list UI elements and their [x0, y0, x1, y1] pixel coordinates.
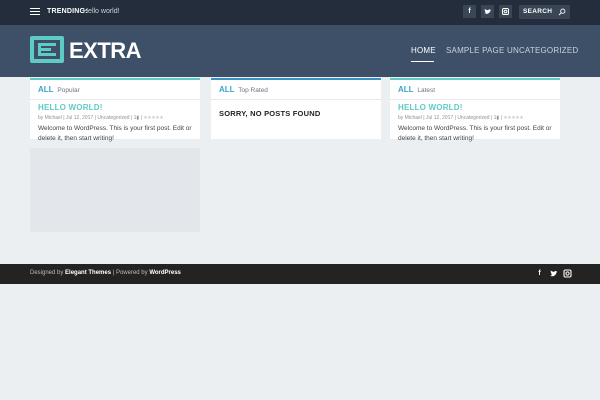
site-footer: Designed by Elegant Themes | Powered by … [0, 264, 600, 284]
footer-separator: | [112, 270, 115, 276]
meta-prefix: by [38, 115, 44, 121]
menu-icon[interactable] [30, 8, 40, 16]
post-date: Jul 12, 2017 [425, 115, 454, 121]
logo-mark-icon [30, 36, 64, 63]
powered-by-text: Powered by [115, 270, 148, 276]
post-excerpt: Welcome to WordPress. This is your first… [398, 125, 552, 142]
trending-link[interactable]: Hello world! [83, 8, 120, 15]
footer-credits: Designed by Elegant Themes | Powered by … [30, 270, 181, 276]
card-header: ALL Popular [30, 80, 200, 100]
instagram-icon[interactable] [563, 269, 572, 278]
search-icon[interactable] [558, 8, 566, 16]
facebook-icon[interactable]: f [463, 5, 476, 18]
post-date: Jul 12, 2017 [65, 115, 94, 121]
empty-state-text: SORRY, NO POSTS FOUND [219, 109, 321, 118]
popular-posts-card: ALL Popular HELLO WORLD! by Michael | Ju… [30, 78, 200, 142]
author-link[interactable]: Michael [45, 115, 62, 121]
facebook-icon[interactable]: f [535, 269, 544, 278]
instagram-icon[interactable] [499, 5, 512, 18]
nav-home[interactable]: HOME [411, 46, 436, 55]
site-header: EXTRA HOME SAMPLE PAGE UNCATEGORIZED [0, 25, 600, 77]
trending-label: TRENDING: [47, 8, 88, 15]
rating-stars-icon: ★★★★★ [143, 115, 164, 121]
faded-panel [30, 148, 200, 232]
card-header: ALL Top Rated [211, 80, 381, 100]
nav-active-indicator [411, 61, 434, 62]
card-header: ALL Latest [390, 80, 560, 100]
nav-sample-page[interactable]: SAMPLE PAGE [446, 46, 505, 55]
nav-uncategorized[interactable]: UNCATEGORIZED [507, 46, 578, 55]
search-placeholder: SEARCH [523, 8, 553, 15]
tab-popular[interactable]: Popular [57, 87, 79, 94]
wordpress-link[interactable]: WordPress [149, 270, 181, 276]
post-title-link[interactable]: HELLO WORLD! [38, 103, 192, 112]
designed-by-text: Designed by [30, 270, 64, 276]
tab-latest[interactable]: Latest [417, 87, 435, 94]
meta-prefix: by [398, 115, 404, 121]
tab-all[interactable]: ALL [398, 85, 414, 94]
tab-top-rated[interactable]: Top Rated [238, 87, 268, 94]
post-excerpt: Welcome to WordPress. This is your first… [38, 125, 192, 142]
latest-posts-card: ALL Latest HELLO WORLD! by Michael | Jul… [390, 78, 560, 142]
post-meta: by Michael | Jul 12, 2017 | Uncategorize… [38, 115, 164, 121]
post-title-link[interactable]: HELLO WORLD! [398, 103, 552, 112]
twitter-icon[interactable] [481, 5, 494, 18]
author-link[interactable]: Michael [405, 115, 422, 121]
comment-icon: ▮ [136, 115, 140, 121]
tab-all[interactable]: ALL [38, 85, 54, 94]
tab-all[interactable]: ALL [219, 85, 235, 94]
twitter-icon[interactable] [549, 269, 558, 278]
category-link[interactable]: Uncategorized [97, 115, 129, 121]
top-rated-posts-card: ALL Top Rated SORRY, NO POSTS FOUND [211, 78, 381, 139]
logo-text: EXTRA [69, 38, 142, 63]
category-link[interactable]: Uncategorized [457, 115, 489, 121]
top-bar: TRENDING: Hello world! f SEARCH [0, 0, 600, 25]
post-meta: by Michael | Jul 12, 2017 | Uncategorize… [398, 115, 524, 121]
search-input[interactable]: SEARCH [519, 5, 570, 19]
elegant-themes-link[interactable]: Elegant Themes [65, 270, 111, 276]
comment-icon: ▮ [496, 115, 500, 121]
rating-stars-icon: ★★★★★ [503, 115, 524, 121]
